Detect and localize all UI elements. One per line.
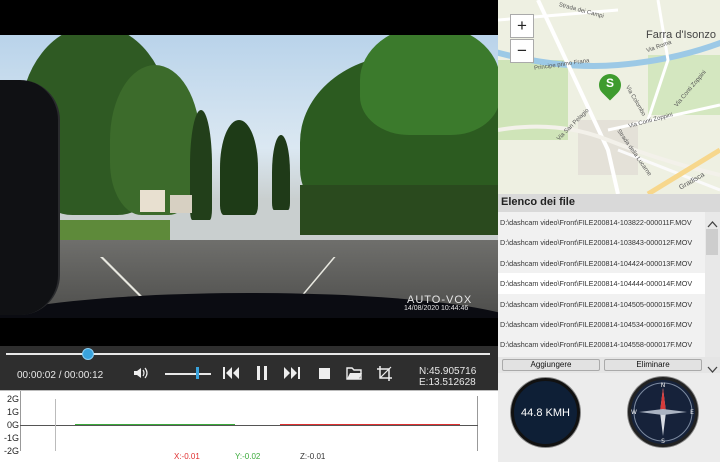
seek-bar[interactable] [6, 353, 490, 355]
scroll-thumb[interactable] [706, 229, 718, 255]
file-item[interactable]: D:\dashcam video\Front\FILE200814-104424… [498, 253, 706, 273]
previous-icon[interactable] [222, 365, 240, 381]
file-item-selected[interactable]: D:\dashcam video\Front\FILE200814-104444… [498, 273, 706, 294]
video-frame: AUTO-VOX 14/08/2020 10:44:46 [0, 0, 498, 346]
speedometer: 44.8 KMH [511, 378, 580, 447]
graph-cursor [55, 399, 56, 451]
tick-label: -1G [4, 433, 20, 443]
tick-label: 0G [7, 420, 20, 430]
z-series-line [20, 425, 478, 426]
file-item[interactable]: D:\dashcam video\Front\FILE200814-103822… [498, 212, 706, 232]
speed-value: 44.8 KMH [521, 406, 570, 419]
compass-mark: S [661, 438, 665, 444]
player-controls: 00:00:02 / 00:00:12 N:45.905716 E:13.512… [0, 346, 498, 390]
compass-mark: W [631, 409, 637, 416]
compass-mark: N [661, 382, 666, 389]
gsensor-graph: 2G 1G 0G -1G -2G X:-0.01 Y:-0.02 Z:-0.01 [0, 390, 498, 462]
compass-rose-icon: N E S W [631, 382, 694, 445]
y-readout: Y:-0.02 [235, 452, 261, 461]
video-timestamp: 14/08/2020 10:44:46 [404, 305, 469, 312]
tick-label: 1G [7, 407, 20, 417]
volume-slider[interactable] [165, 373, 211, 375]
map-town-label: Farra d'Isonzo [646, 29, 716, 41]
file-item[interactable]: D:\dashcam video\Front\FILE200814-104505… [498, 294, 706, 314]
stop-icon[interactable] [315, 365, 333, 381]
longitude-value: E:13.512628 [419, 377, 476, 388]
pin-letter: S [605, 76, 614, 90]
next-icon[interactable] [283, 365, 301, 381]
folder-icon[interactable] [345, 365, 363, 381]
file-item[interactable]: D:\dashcam video\Front\FILE200814-103843… [498, 232, 706, 252]
z-readout: Z:-0.01 [300, 452, 326, 461]
tick-label: 2G [7, 394, 20, 404]
gps-readout: N:45.905716 E:13.512628 [419, 366, 476, 388]
map-view[interactable]: + − Farra d'Isonzo Strada dei Campi Via … [498, 0, 720, 194]
file-item[interactable]: D:\dashcam video\Front\FILE200814-104558… [498, 334, 706, 354]
volume-knob[interactable] [196, 367, 200, 379]
zoom-out-button[interactable]: − [510, 39, 534, 63]
compass: N E S W [628, 377, 698, 447]
x-series-line [280, 424, 460, 425]
tick-label: -2G [4, 446, 20, 456]
compass-mark: E [690, 409, 694, 416]
volume-icon[interactable] [132, 365, 150, 381]
dashcam-scene [0, 35, 498, 318]
seek-knob[interactable] [82, 348, 95, 360]
remove-file-button[interactable]: Eliminare [604, 359, 702, 371]
file-item[interactable]: D:\dashcam video\Front\FILE200814-104534… [498, 314, 706, 334]
file-list-scrollbar[interactable] [705, 212, 720, 357]
file-list-title: Elenco dei file [498, 194, 720, 212]
add-file-button[interactable]: Aggiungere [502, 359, 600, 371]
gauge-panel: 44.8 KMH N E S W [498, 373, 720, 462]
x-readout: X:-0.01 [174, 452, 200, 461]
pause-icon[interactable] [253, 365, 271, 381]
time-display: 00:00:02 / 00:00:12 [17, 370, 104, 381]
y-series-line [75, 424, 235, 425]
side-mirror [0, 80, 60, 315]
side-panel: + − Farra d'Isonzo Strada dei Campi Via … [498, 0, 720, 462]
zoom-in-button[interactable]: + [510, 14, 534, 38]
crop-icon[interactable] [375, 365, 393, 381]
file-list: D:\dashcam video\Front\FILE200814-103822… [498, 212, 706, 357]
latitude-value: N:45.905716 [419, 366, 477, 377]
